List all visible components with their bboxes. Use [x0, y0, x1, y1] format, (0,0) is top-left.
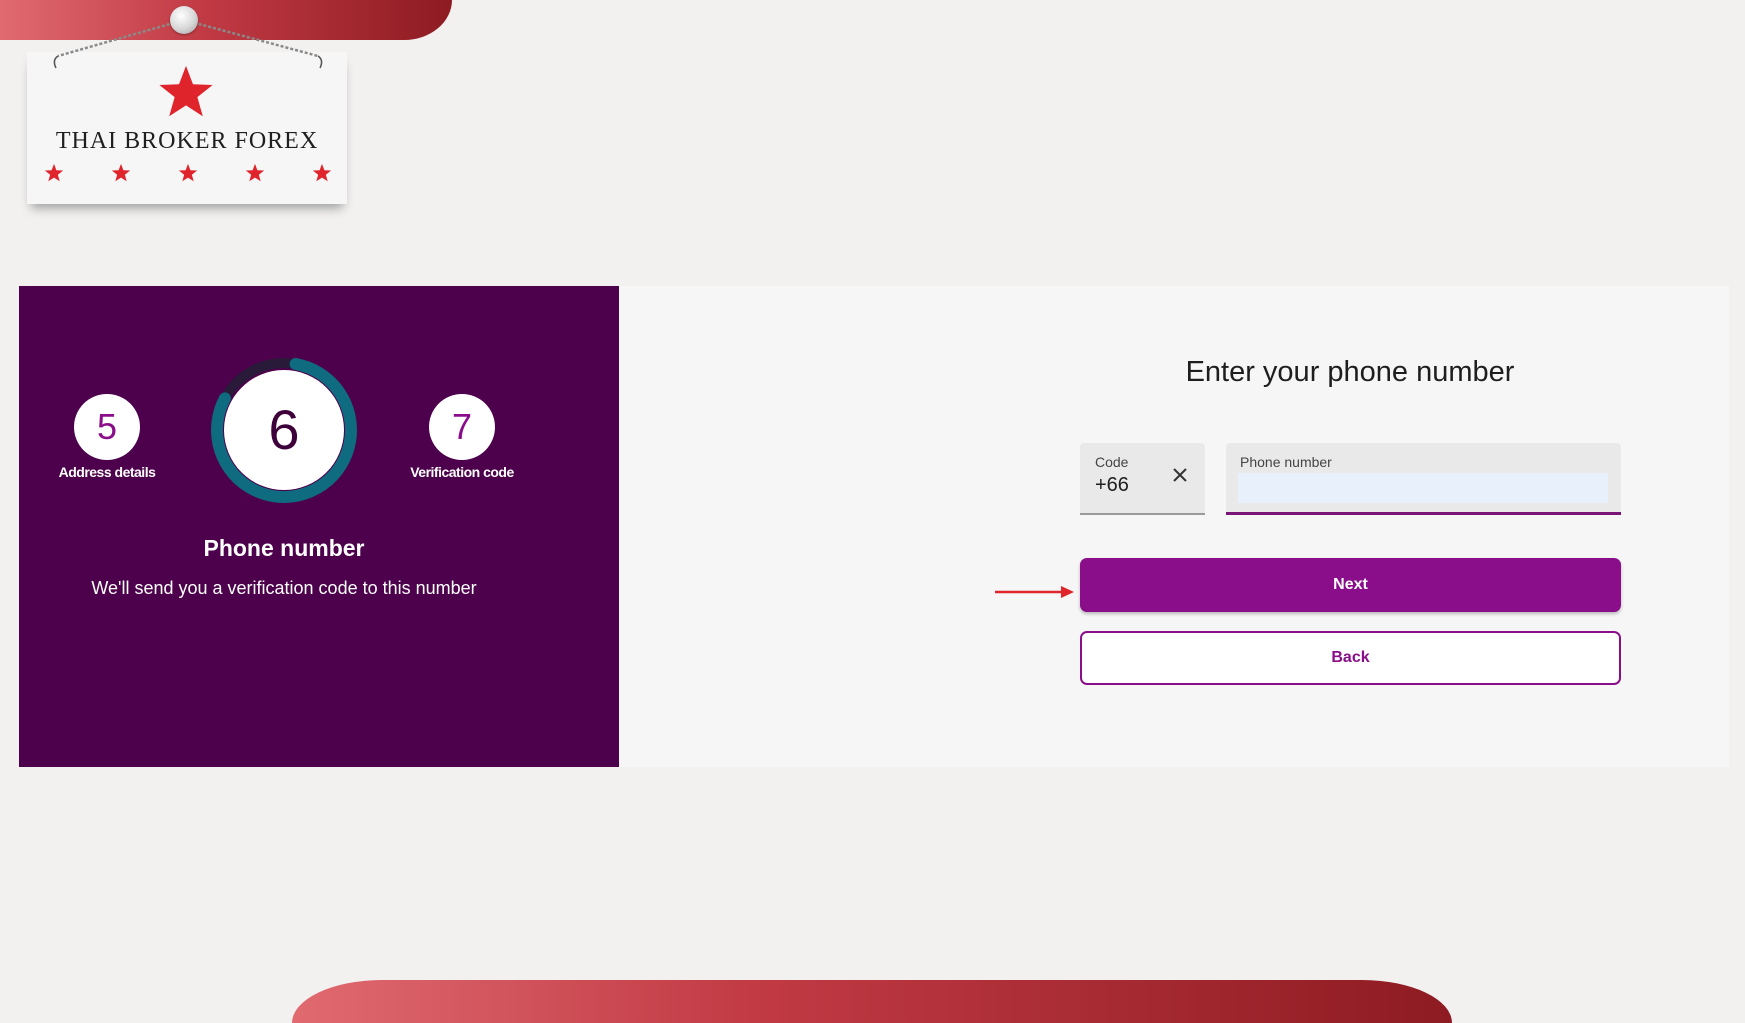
phone-number-label: Phone number — [1240, 454, 1332, 470]
form-title: Enter your phone number — [1185, 356, 1515, 388]
step-7-badge: 7 — [429, 394, 495, 460]
logo-pin-icon — [170, 6, 198, 34]
close-icon[interactable] — [1168, 463, 1192, 487]
step-subtitle: We'll send you a verification code to th… — [91, 578, 477, 598]
step-6-badge: 6 — [224, 370, 344, 490]
country-code-input[interactable] — [1095, 474, 1165, 497]
phone-form-panel: Enter your phone number Code Phone numbe… — [619, 286, 1729, 767]
star-icon — [44, 163, 64, 182]
step-title: Phone number — [203, 535, 365, 561]
star-icon — [178, 163, 198, 182]
step-5-label: Address details — [58, 464, 156, 480]
step-progress-panel: 5 Address details 6 7 Verification code … — [19, 286, 619, 767]
arrow-right-icon — [995, 586, 1074, 598]
logo-star-row — [43, 162, 333, 184]
star-icon — [312, 163, 332, 182]
star-icon — [111, 163, 131, 182]
country-code-field[interactable]: Code — [1080, 443, 1205, 515]
bottom-decor-band — [292, 980, 1452, 1023]
code-label: Code — [1095, 454, 1129, 470]
step-7-label: Verification code — [410, 464, 514, 480]
brand-name: THAI BROKER FOREX — [55, 128, 319, 154]
back-button[interactable]: Back — [1080, 631, 1621, 685]
star-icon — [245, 163, 265, 182]
phone-number-field[interactable]: Phone number — [1226, 443, 1621, 515]
phone-number-input[interactable] — [1238, 473, 1608, 503]
step-5-badge: 5 — [74, 394, 140, 460]
next-button[interactable]: Next — [1080, 558, 1621, 612]
